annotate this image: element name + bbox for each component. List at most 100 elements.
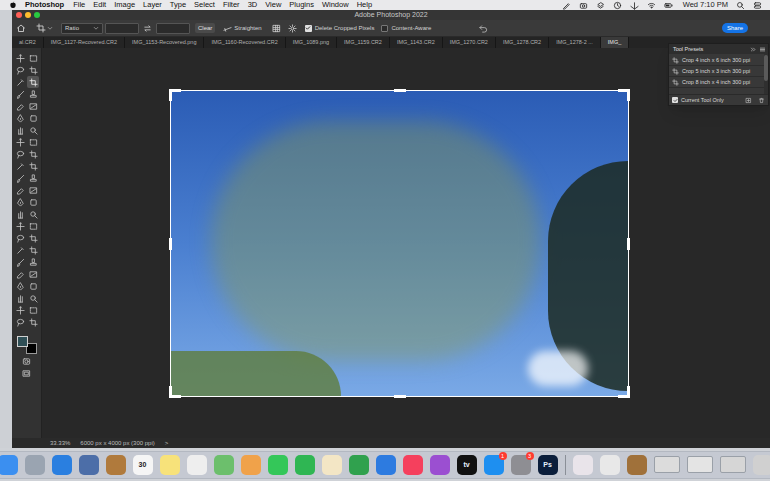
camera-icon[interactable] — [579, 1, 588, 10]
dock-item[interactable]: 1 — [484, 455, 504, 475]
foreground-color-swatch[interactable] — [17, 336, 28, 347]
tool-button[interactable] — [27, 196, 39, 208]
app-icon[interactable] — [376, 455, 396, 475]
tool-button[interactable] — [27, 244, 39, 256]
dock-item[interactable] — [214, 455, 234, 475]
scrollbar-thumb[interactable] — [764, 55, 768, 81]
width-field[interactable] — [105, 23, 139, 34]
tool-button[interactable] — [14, 148, 26, 160]
app-icon[interactable] — [25, 455, 45, 475]
tool-button[interactable] — [14, 76, 26, 88]
document-tab[interactable]: IMG_1143.CR2 — [390, 37, 443, 48]
wifi-icon[interactable] — [647, 1, 656, 10]
dock-item[interactable] — [268, 455, 288, 475]
tool-button[interactable] — [27, 232, 39, 244]
pen-icon[interactable] — [562, 1, 571, 10]
app-icon[interactable]: tv — [457, 455, 477, 475]
ratio-dropdown[interactable]: Ratio — [61, 23, 103, 34]
clear-button[interactable]: Clear — [195, 23, 215, 33]
menu-item[interactable]: File — [73, 0, 85, 10]
tool-button[interactable] — [27, 316, 39, 328]
document-tab[interactable]: IMG_1127-Recovered.CR2 — [44, 37, 125, 48]
close-button[interactable] — [16, 12, 22, 18]
dock-item[interactable] — [600, 455, 620, 475]
gear-icon[interactable] — [288, 24, 297, 33]
crop-handle[interactable] — [169, 89, 172, 101]
dock-item[interactable] — [349, 455, 369, 475]
dock-item[interactable] — [322, 455, 342, 475]
tool-button[interactable] — [27, 52, 39, 64]
app-icon[interactable] — [160, 455, 180, 475]
dock-item[interactable] — [627, 455, 647, 475]
menu-item[interactable]: Image — [114, 0, 135, 10]
document-tab[interactable]: IMG_1089.png — [286, 37, 337, 48]
tool-button[interactable] — [27, 172, 39, 184]
app-icon[interactable] — [430, 455, 450, 475]
zoom-button[interactable] — [34, 12, 40, 18]
dock-item[interactable] — [160, 455, 180, 475]
battery-icon[interactable] — [664, 1, 673, 10]
menu-item[interactable]: Layer — [143, 0, 162, 10]
menu-item[interactable]: Filter — [223, 0, 240, 10]
app-icon[interactable] — [79, 455, 99, 475]
tool-button[interactable] — [27, 220, 39, 232]
zoom-level[interactable]: 33.33% — [50, 438, 70, 448]
tool-button[interactable] — [14, 124, 26, 136]
info-menu-button[interactable]: > — [165, 438, 169, 448]
crop-handle[interactable] — [394, 395, 406, 398]
tool-button[interactable] — [27, 256, 39, 268]
tool-button[interactable] — [14, 316, 26, 328]
straighten-button[interactable]: Straighten — [223, 24, 261, 33]
tool-button[interactable] — [14, 208, 26, 220]
tool-button[interactable] — [14, 100, 26, 112]
tool-button[interactable] — [14, 292, 26, 304]
tool-button[interactable] — [14, 52, 26, 64]
checkbox[interactable] — [672, 97, 678, 103]
app-icon[interactable] — [349, 455, 369, 475]
preset-item[interactable]: Crop 8 inch x 4 inch 300 ppi — [669, 77, 764, 88]
tool-button[interactable] — [27, 88, 39, 100]
tool-button[interactable] — [27, 112, 39, 124]
dock-item[interactable] — [52, 455, 72, 475]
tool-button[interactable] — [27, 124, 39, 136]
document-tab[interactable]: al.CR2 — [12, 37, 44, 48]
tool-button[interactable] — [14, 136, 26, 148]
tool-button[interactable] — [27, 160, 39, 172]
checkbox[interactable] — [381, 25, 388, 32]
tool-button[interactable] — [14, 220, 26, 232]
tool-button[interactable] — [27, 268, 39, 280]
dock-item[interactable]: 30 — [133, 455, 153, 475]
tool-button[interactable] — [27, 304, 39, 316]
dock-item[interactable] — [79, 455, 99, 475]
dock-item[interactable] — [687, 456, 713, 473]
tool-button[interactable] — [14, 304, 26, 316]
control-center-icon[interactable] — [753, 1, 762, 10]
scrollbar[interactable] — [764, 54, 768, 94]
app-icon[interactable] — [0, 455, 18, 475]
dock-item[interactable] — [573, 455, 593, 475]
checkbox-option[interactable]: Delete Cropped Pixels — [305, 24, 375, 33]
app-icon[interactable] — [241, 455, 261, 475]
apple-icon[interactable] — [9, 1, 17, 9]
menu-item[interactable]: 3D — [248, 0, 258, 10]
window-thumbnail[interactable] — [720, 456, 746, 473]
app-icon[interactable] — [322, 455, 342, 475]
screen-mode-icon[interactable] — [22, 369, 31, 378]
minimize-button[interactable] — [25, 12, 31, 18]
home-icon[interactable] — [16, 23, 26, 33]
dropbox-icon[interactable] — [596, 1, 605, 10]
tool-button[interactable] — [27, 148, 39, 160]
menu-item[interactable]: Edit — [93, 0, 106, 10]
dock-item[interactable] — [430, 455, 450, 475]
document-tab[interactable]: IMG_1153-Recovered.png — [125, 37, 204, 48]
dock-item[interactable] — [0, 455, 18, 475]
preset-item[interactable]: Crop 5 inch x 3 inch 300 ppi — [669, 66, 764, 77]
tool-button[interactable] — [27, 292, 39, 304]
dock-item[interactable] — [25, 455, 45, 475]
document-tab[interactable]: IMG_1278.CR2 — [496, 37, 549, 48]
app-icon[interactable] — [52, 455, 72, 475]
app-icon[interactable] — [295, 455, 315, 475]
tool-button[interactable] — [27, 76, 39, 88]
dock-item[interactable] — [403, 455, 423, 475]
dock-item[interactable] — [720, 456, 746, 473]
